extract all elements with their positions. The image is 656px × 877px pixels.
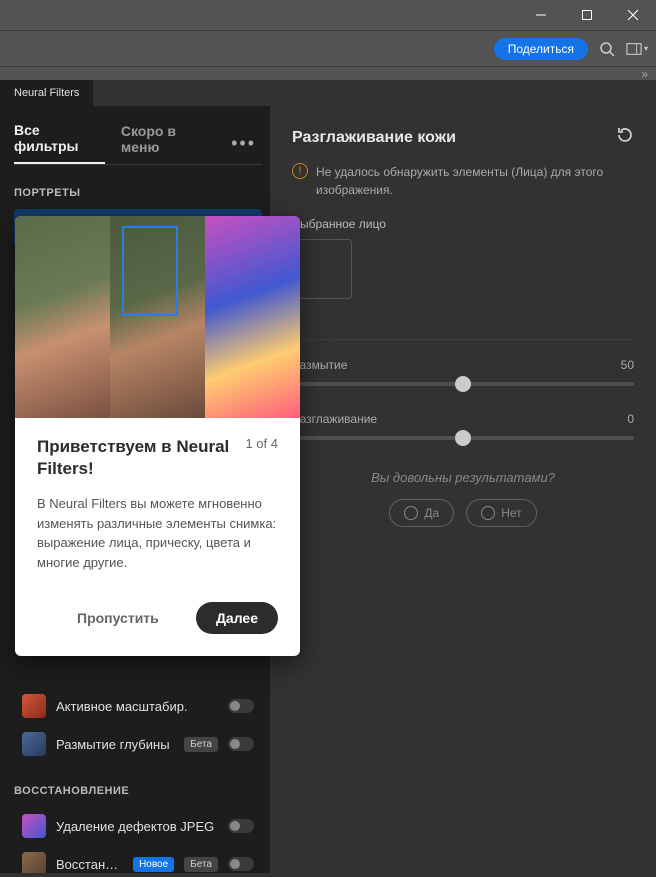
more-icon[interactable]: •••	[231, 133, 262, 154]
sad-face-icon	[481, 506, 495, 520]
feedback-question: Вы довольны результатами?	[292, 470, 634, 485]
slider-thumb[interactable]	[455, 376, 471, 392]
popover-step-counter: 1 of 4	[245, 436, 278, 451]
slider-blur-value: 50	[621, 358, 634, 372]
filter-label: Восстано...	[56, 857, 123, 872]
filter-label: Размытие глубины	[56, 737, 174, 752]
filter-label: Активное масштабир.	[56, 699, 218, 714]
selected-face-label: Выбранное лицо	[292, 217, 634, 231]
selected-face-preview[interactable]	[292, 239, 352, 299]
skip-button[interactable]: Пропустить	[37, 610, 159, 626]
feedback-no-button[interactable]: Нет	[466, 499, 536, 527]
happy-face-icon	[404, 506, 418, 520]
filter-label: Удаление дефектов JPEG	[56, 819, 218, 834]
slider-blur-label: Размытие	[292, 358, 347, 372]
maximize-button[interactable]	[564, 0, 610, 30]
filter-thumb-icon	[22, 814, 46, 838]
divider	[292, 339, 634, 340]
new-badge: Новое	[133, 857, 174, 872]
slider-smooth-label: Разглаживание	[292, 412, 377, 426]
slider-smooth-value: 0	[627, 412, 634, 426]
tab-all-filters[interactable]: Все фильтры	[14, 122, 105, 164]
beta-badge: Бета	[184, 857, 218, 872]
slider-thumb[interactable]	[455, 430, 471, 446]
popover-title: Приветствуем в Neural Filters!	[37, 436, 235, 480]
share-button[interactable]: Поделиться	[494, 38, 588, 60]
panel-expand-chevrons[interactable]: »	[0, 66, 656, 80]
filter-settings-panel: Разглаживание кожи ! Не удалось обнаружи…	[270, 106, 656, 873]
popover-description: В Neural Filters вы можете мгновенно изм…	[37, 494, 278, 572]
filter-thumb-icon	[22, 694, 46, 718]
slider-blur[interactable]	[292, 382, 634, 386]
close-button[interactable]	[610, 0, 656, 30]
neural-filters-tab[interactable]: Neural Filters	[0, 80, 93, 106]
minimize-button[interactable]	[518, 0, 564, 30]
warning-icon: !	[292, 163, 308, 179]
filter-toggle[interactable]	[228, 857, 254, 871]
face-detection-box-icon	[122, 226, 178, 316]
beta-badge: Бета	[184, 737, 218, 752]
filter-toggle[interactable]	[228, 737, 254, 751]
feedback-yes-button[interactable]: Да	[389, 499, 454, 527]
tab-coming-soon[interactable]: Скоро в меню	[121, 123, 215, 163]
filter-toggle[interactable]	[228, 699, 254, 713]
filter-jpeg-artifacts[interactable]: Удаление дефектов JPEG	[14, 807, 262, 845]
panel-title: Разглаживание кожи	[292, 129, 456, 147]
warning-text: Не удалось обнаружить элементы (Лица) дл…	[316, 163, 634, 199]
filter-depth-blur[interactable]: Размытие глубины Бета	[14, 725, 262, 763]
next-button[interactable]: Далее	[196, 602, 278, 634]
filter-toggle[interactable]	[228, 819, 254, 833]
slider-smooth[interactable]	[292, 436, 634, 440]
panel-tabbar: Neural Filters	[0, 80, 656, 106]
category-portraits: ПОРТРЕТЫ	[14, 187, 262, 199]
reset-icon[interactable]	[616, 126, 634, 149]
filter-thumb-icon	[22, 732, 46, 756]
popover-preview-image	[15, 216, 300, 418]
filter-photo-restore[interactable]: Восстано... Новое Бета	[14, 845, 262, 873]
search-icon[interactable]	[596, 38, 618, 60]
onboarding-popover: Приветствуем в Neural Filters! 1 of 4 В …	[15, 216, 300, 656]
category-restore: ВОССТАНОВЛЕНИЕ	[14, 785, 262, 797]
top-toolbar: Поделиться ▾	[0, 30, 656, 66]
filter-thumb-icon	[22, 852, 46, 873]
window-titlebar	[0, 0, 656, 30]
workspace-icon[interactable]: ▾	[626, 38, 648, 60]
filter-super-zoom[interactable]: Активное масштабир.	[14, 687, 262, 725]
